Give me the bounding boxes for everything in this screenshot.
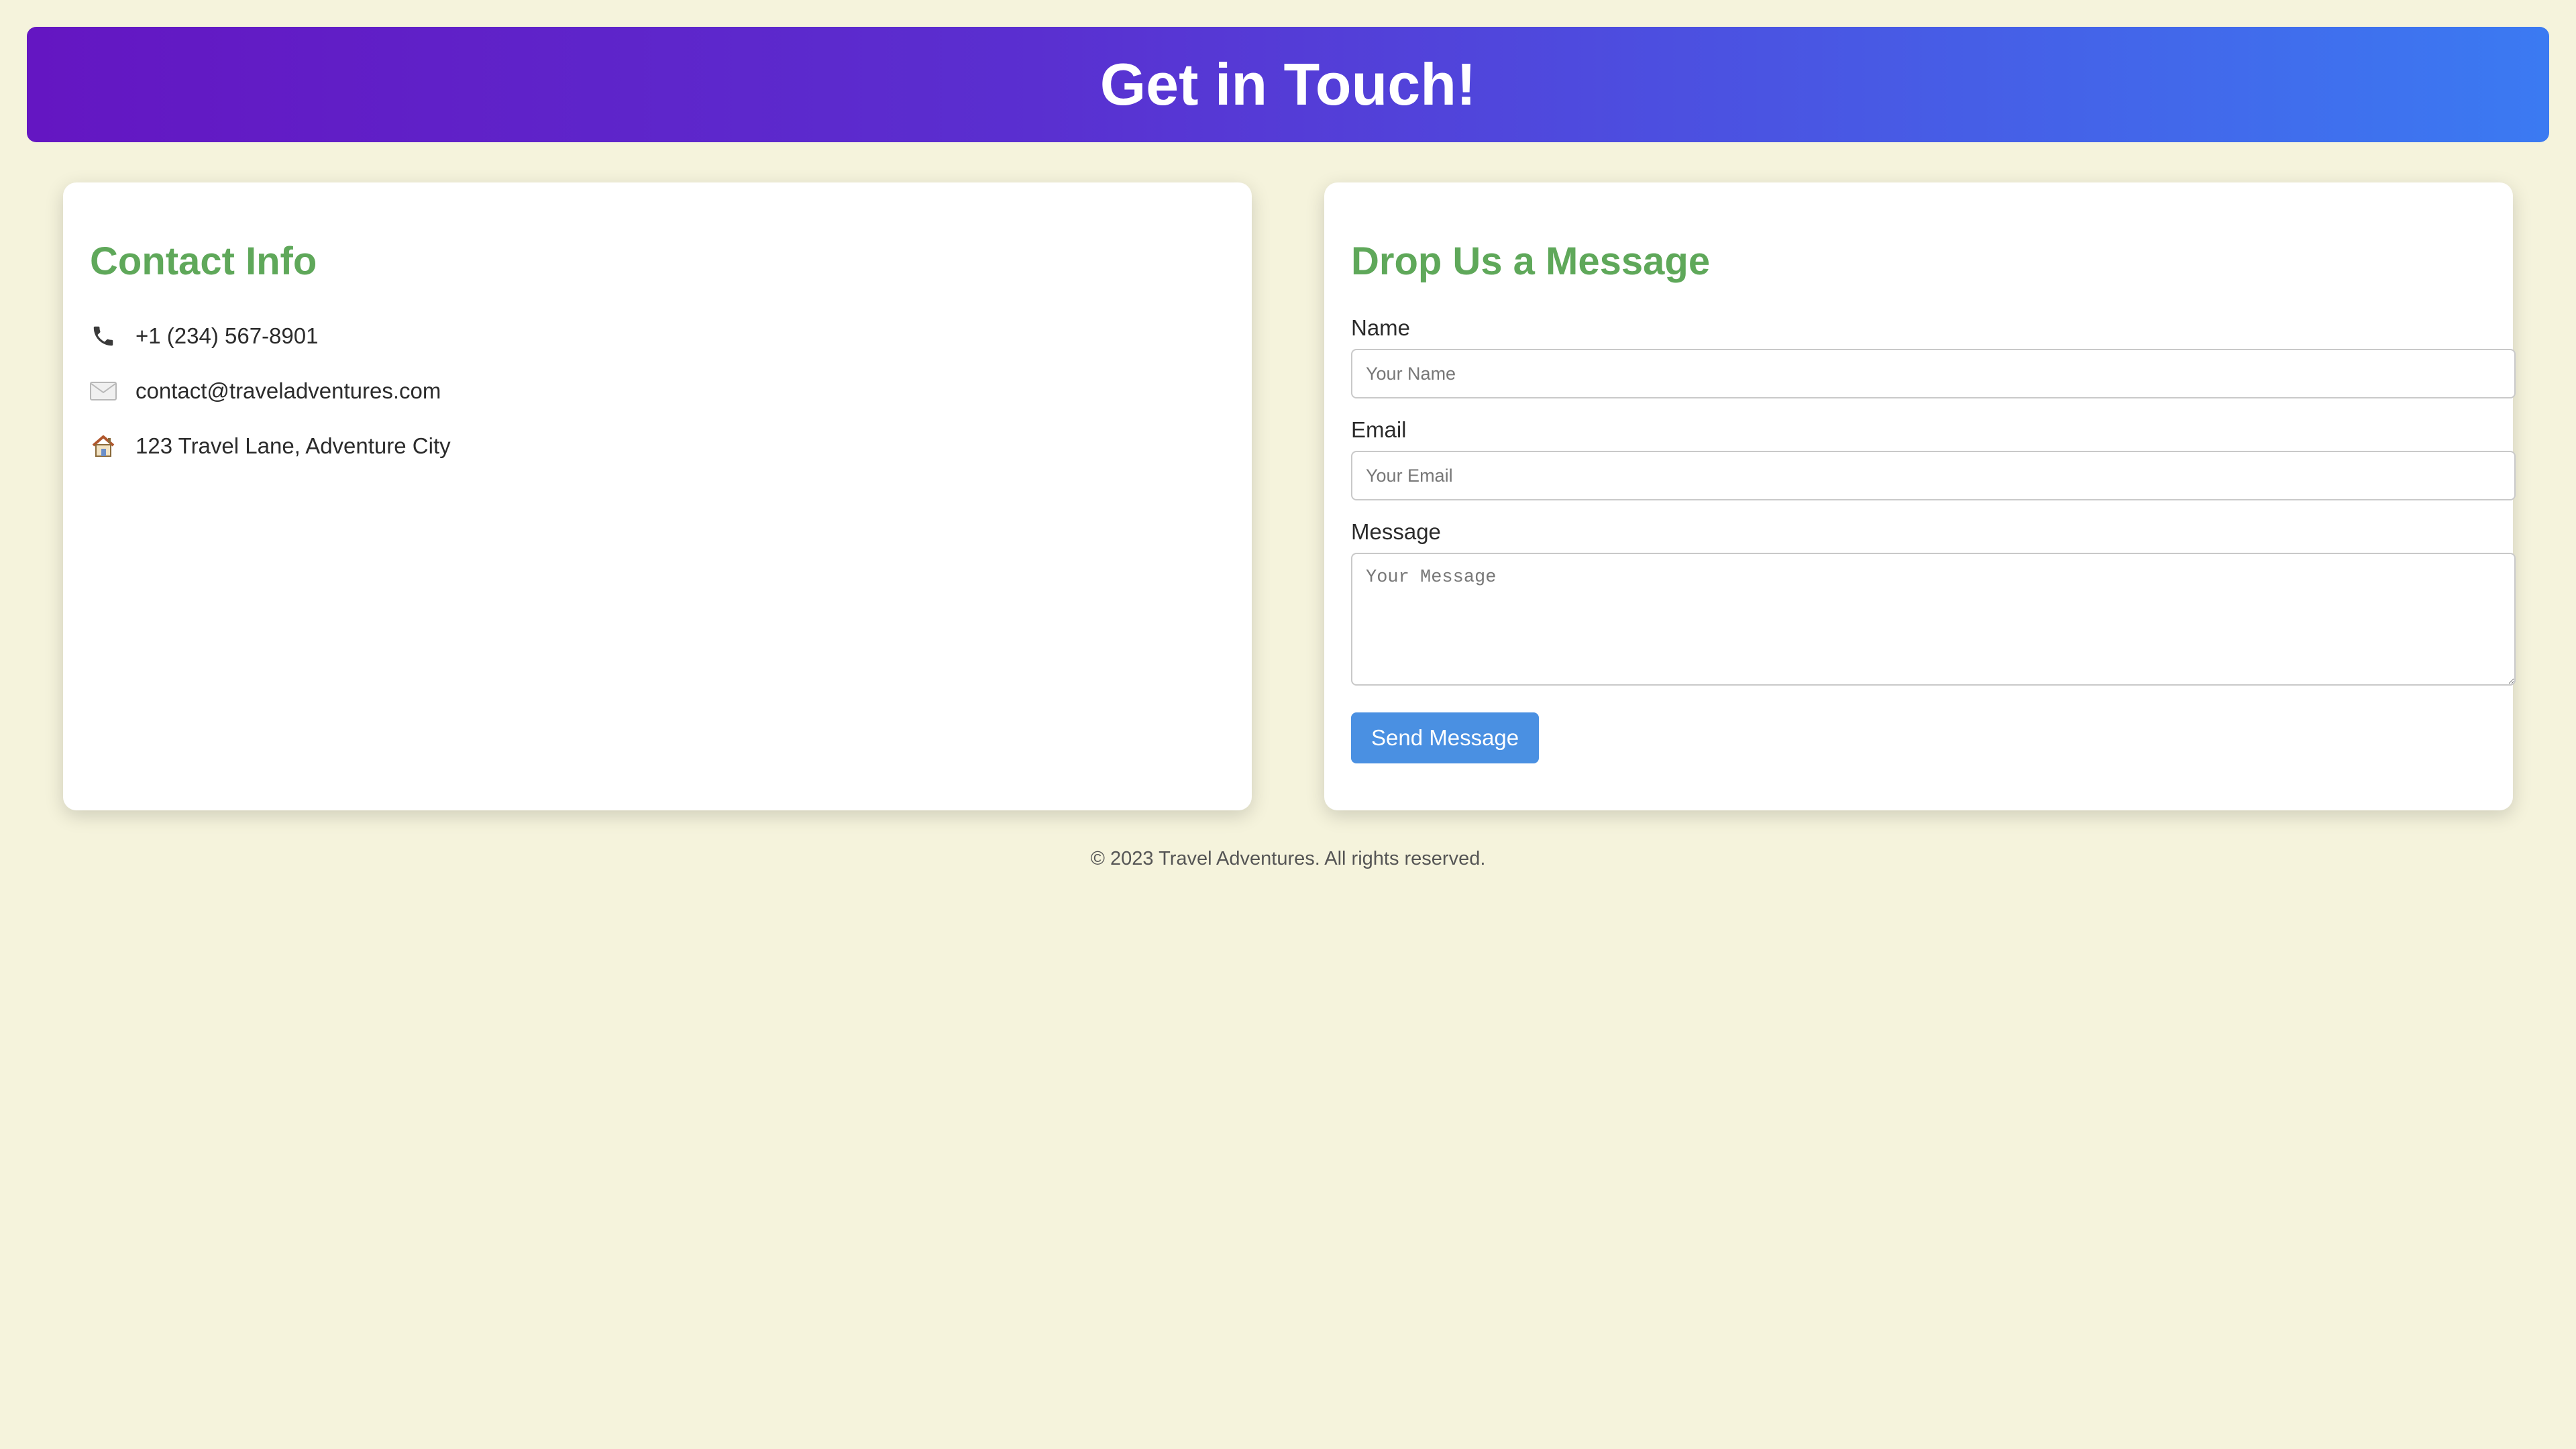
- contact-info-card: Contact Info +1 (234) 567-8901 contact@t…: [63, 182, 1252, 810]
- phone-icon: [90, 323, 117, 350]
- street-address: 123 Travel Lane, Adventure City: [136, 433, 451, 458]
- envelope-icon: [90, 378, 117, 405]
- page-header: Get in Touch!: [27, 27, 2549, 142]
- house-icon: [90, 433, 117, 460]
- page-title: Get in Touch!: [1099, 51, 1477, 117]
- name-label: Name: [1351, 315, 1411, 340]
- contact-info-heading: Contact Info: [90, 239, 317, 283]
- email-input[interactable]: [1351, 451, 2516, 500]
- name-input[interactable]: [1351, 349, 2516, 398]
- contact-item-phone: +1 (234) 567-8901: [90, 319, 318, 353]
- contact-item-email: contact@traveladventures.com: [90, 374, 441, 408]
- send-message-button[interactable]: Send Message: [1351, 712, 1540, 763]
- email-label: Email: [1351, 417, 1407, 442]
- phone-number: +1 (234) 567-8901: [136, 323, 319, 348]
- contact-item-address: 123 Travel Lane, Adventure City: [90, 429, 451, 463]
- message-form-card: Drop Us a Message Name Email Message Sen…: [1324, 182, 2516, 810]
- footer-copyright: © 2023 Travel Adventures. All rights res…: [1090, 848, 1486, 869]
- message-textarea[interactable]: [1351, 553, 2516, 686]
- email-address: contact@traveladventures.com: [136, 378, 441, 403]
- message-label: Message: [1351, 519, 1441, 544]
- message-form-heading: Drop Us a Message: [1351, 239, 1711, 283]
